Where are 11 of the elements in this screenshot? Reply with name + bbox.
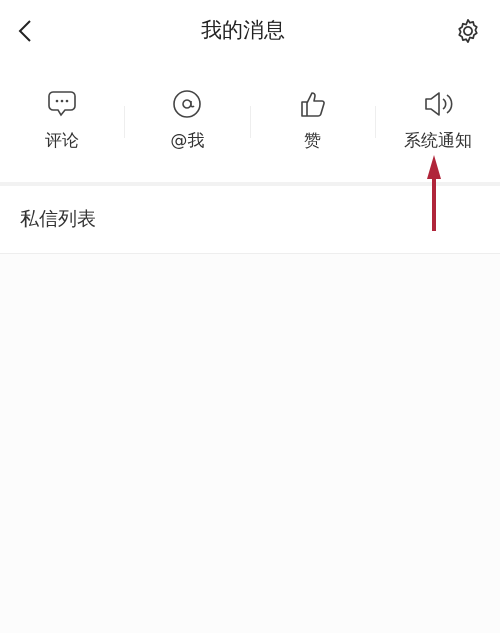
thumbs-up-icon <box>298 89 327 120</box>
page-title: 我的消息 <box>201 17 285 44</box>
category-tab[interactable]: 系统通知 <box>376 89 500 155</box>
category-tab[interactable]: @我 <box>125 89 250 155</box>
speech-bubble-icon <box>47 90 78 118</box>
category-tab[interactable]: 评论 <box>0 89 124 155</box>
back-icon[interactable] <box>18 19 32 43</box>
category-tab[interactable]: 赞 <box>250 89 375 155</box>
at-sign-icon <box>172 89 202 120</box>
section-heading: 私信列表 <box>20 207 96 232</box>
speaker-icon <box>422 91 453 118</box>
